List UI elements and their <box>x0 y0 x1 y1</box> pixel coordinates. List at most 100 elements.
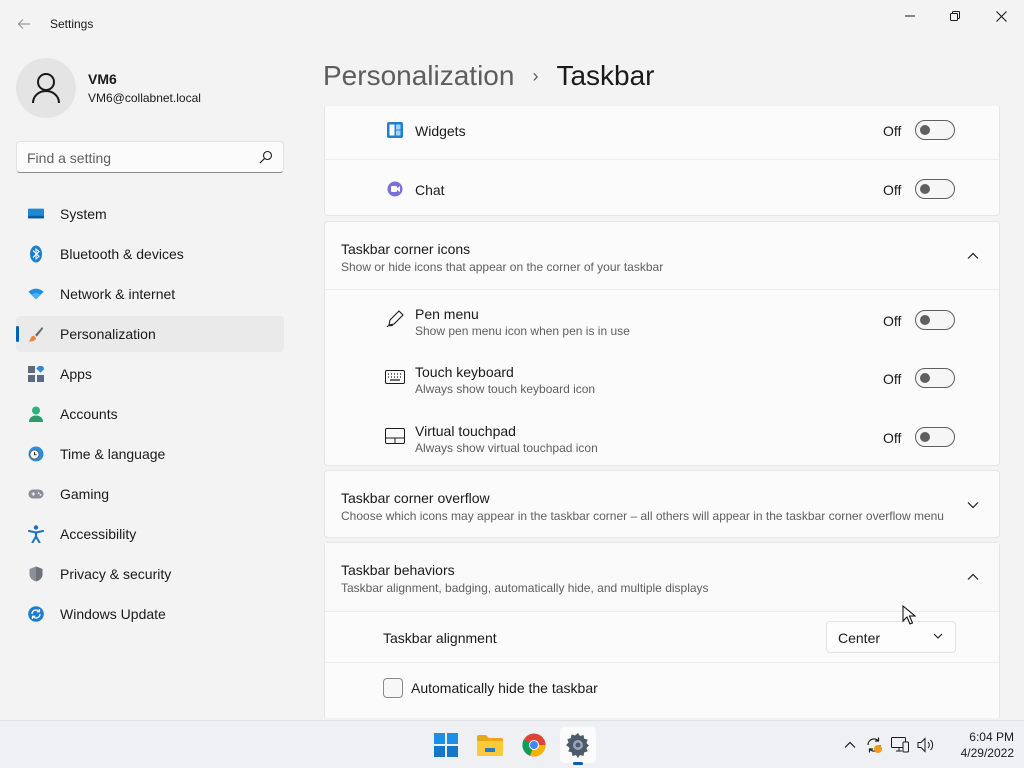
start-icon <box>434 733 458 757</box>
sidebar-item-bluetooth[interactable]: Bluetooth & devices <box>16 236 284 272</box>
chat-row: Chat Off <box>325 159 999 217</box>
sidebar-item-label: Personalization <box>60 326 156 342</box>
pen-menu-label: Pen menu <box>415 306 479 322</box>
chrome-icon <box>522 733 546 757</box>
sidebar-item-label: Time & language <box>60 446 166 462</box>
sidebar-item-label: Gaming <box>60 486 110 502</box>
profile-name: VM6 <box>88 71 117 87</box>
sidebar-item-label: Bluetooth & devices <box>60 246 184 262</box>
chat-toggle[interactable] <box>915 179 955 199</box>
page-title: Taskbar <box>556 60 655 91</box>
behaviors-card: Taskbar behaviors Taskbar alignment, bad… <box>324 542 1000 718</box>
touch-keyboard-description: Always show touch keyboard icon <box>415 382 596 396</box>
sidebar-nav: System Bluetooth & devices Network & int… <box>16 196 284 636</box>
widgets-label: Widgets <box>415 123 466 139</box>
behaviors-header[interactable]: Taskbar behaviors Taskbar alignment, bad… <box>325 543 999 611</box>
title-bar: Settings <box>0 0 1024 48</box>
alignment-dropdown[interactable]: Center <box>826 621 956 653</box>
accessibility-icon <box>28 525 44 543</box>
virtual-touchpad-toggle[interactable] <box>915 427 955 447</box>
search-box[interactable]: Find a setting <box>16 141 284 173</box>
sidebar-item-network[interactable]: Network & internet <box>16 276 284 312</box>
settings-taskbar-button[interactable] <box>560 727 596 763</box>
shield-icon <box>28 566 44 582</box>
keyboard-icon <box>385 367 405 387</box>
chevron-down-icon[interactable] <box>965 497 981 513</box>
touch-keyboard-toggle[interactable] <box>915 368 955 388</box>
back-arrow-icon <box>17 19 30 29</box>
chevron-up-icon[interactable] <box>965 569 981 585</box>
start-button[interactable] <box>428 727 464 763</box>
network-monitor-icon[interactable] <box>890 735 910 755</box>
sidebar-item-label: Apps <box>60 366 92 382</box>
apps-icon <box>28 366 44 382</box>
sidebar-item-time-language[interactable]: Time & language <box>16 436 284 472</box>
pen-menu-row: Pen menu Show pen menu icon when pen is … <box>325 289 999 348</box>
clock-time: 6:04 PM <box>969 730 1014 744</box>
sidebar-item-windows-update[interactable]: Windows Update <box>16 596 284 632</box>
active-app-indicator <box>573 762 583 765</box>
chrome-button[interactable] <box>516 727 552 763</box>
search-icon <box>259 150 273 164</box>
restore-icon <box>950 11 960 21</box>
settings-icon <box>566 733 589 758</box>
sidebar-item-label: Accounts <box>60 406 118 422</box>
section-title: Taskbar behaviors <box>341 562 455 578</box>
sidebar-item-apps[interactable]: Apps <box>16 356 284 392</box>
widgets-toggle[interactable] <box>915 120 955 140</box>
sidebar-item-label: Windows Update <box>60 606 166 622</box>
autohide-label[interactable]: Automatically hide the taskbar <box>411 680 598 696</box>
sidebar-item-privacy-security[interactable]: Privacy & security <box>16 556 284 592</box>
volume-icon[interactable] <box>916 735 936 755</box>
pen-menu-toggle-state: Off <box>883 313 902 329</box>
close-button[interactable] <box>978 0 1024 32</box>
corner-icons-header[interactable]: Taskbar corner icons Show or hide icons … <box>325 222 999 289</box>
virtual-touchpad-description: Always show virtual touchpad icon <box>415 441 598 455</box>
autohide-checkbox[interactable] <box>383 678 403 698</box>
virtual-touchpad-row: Virtual touchpad Always show virtual tou… <box>325 407 999 466</box>
corner-overflow-card[interactable]: Taskbar corner overflow Choose which ico… <box>324 470 1000 538</box>
sidebar-item-accounts[interactable]: Accounts <box>16 396 284 432</box>
paintbrush-icon <box>28 326 44 342</box>
file-explorer-button[interactable] <box>472 727 508 763</box>
sync-alert-icon[interactable] <box>864 735 884 755</box>
sidebar-item-system[interactable]: System <box>16 196 284 232</box>
touchpad-icon <box>385 426 405 446</box>
sidebar-item-personalization[interactable]: Personalization <box>16 316 284 352</box>
pen-menu-toggle[interactable] <box>915 310 955 330</box>
sidebar-item-gaming[interactable]: Gaming <box>16 476 284 512</box>
profile-email: VM6@collabnet.local <box>88 91 201 105</box>
section-title: Taskbar corner icons <box>341 241 471 257</box>
widgets-row: Widgets Off <box>325 106 999 159</box>
back-button[interactable] <box>8 8 40 40</box>
chevron-up-icon[interactable] <box>965 248 981 264</box>
minimize-icon <box>905 15 915 17</box>
user-icon <box>32 73 60 104</box>
section-subtitle: Show or hide icons that appear on the co… <box>341 260 664 274</box>
search-input[interactable]: Find a setting <box>27 150 111 166</box>
avatar <box>16 58 76 118</box>
minimize-button[interactable] <box>887 0 933 32</box>
file-explorer-icon <box>477 735 503 756</box>
accounts-icon <box>28 406 44 422</box>
gamepad-icon <box>28 486 44 502</box>
close-icon <box>995 10 1007 22</box>
sidebar-item-label: Network & internet <box>60 286 176 302</box>
pen-icon <box>385 309 405 329</box>
virtual-touchpad-toggle-state: Off <box>883 430 902 446</box>
system-clock[interactable]: 6:04 PM 4/29/2022 <box>944 729 1014 761</box>
pen-menu-description: Show pen menu icon when pen is in use <box>415 324 630 338</box>
settings-content[interactable]: Widgets Off Chat Off Taskbar corner icon… <box>324 106 1000 718</box>
virtual-touchpad-label: Virtual touchpad <box>415 423 516 439</box>
touch-keyboard-row: Touch keyboard Always show touch keyboar… <box>325 348 999 407</box>
sidebar-item-accessibility[interactable]: Accessibility <box>16 516 284 552</box>
wifi-icon <box>28 286 44 302</box>
sidebar-item-label: System <box>60 206 107 222</box>
restore-button[interactable] <box>932 0 978 32</box>
alignment-selected-value: Center <box>838 630 881 646</box>
breadcrumb-parent-link[interactable]: Personalization <box>323 60 514 92</box>
section-subtitle: Taskbar alignment, badging, automaticall… <box>341 581 709 595</box>
system-icon <box>28 206 44 222</box>
user-profile[interactable]: VM6 VM6@collabnet.local <box>16 58 201 118</box>
show-hidden-icons-chevron-icon[interactable] <box>840 735 860 755</box>
